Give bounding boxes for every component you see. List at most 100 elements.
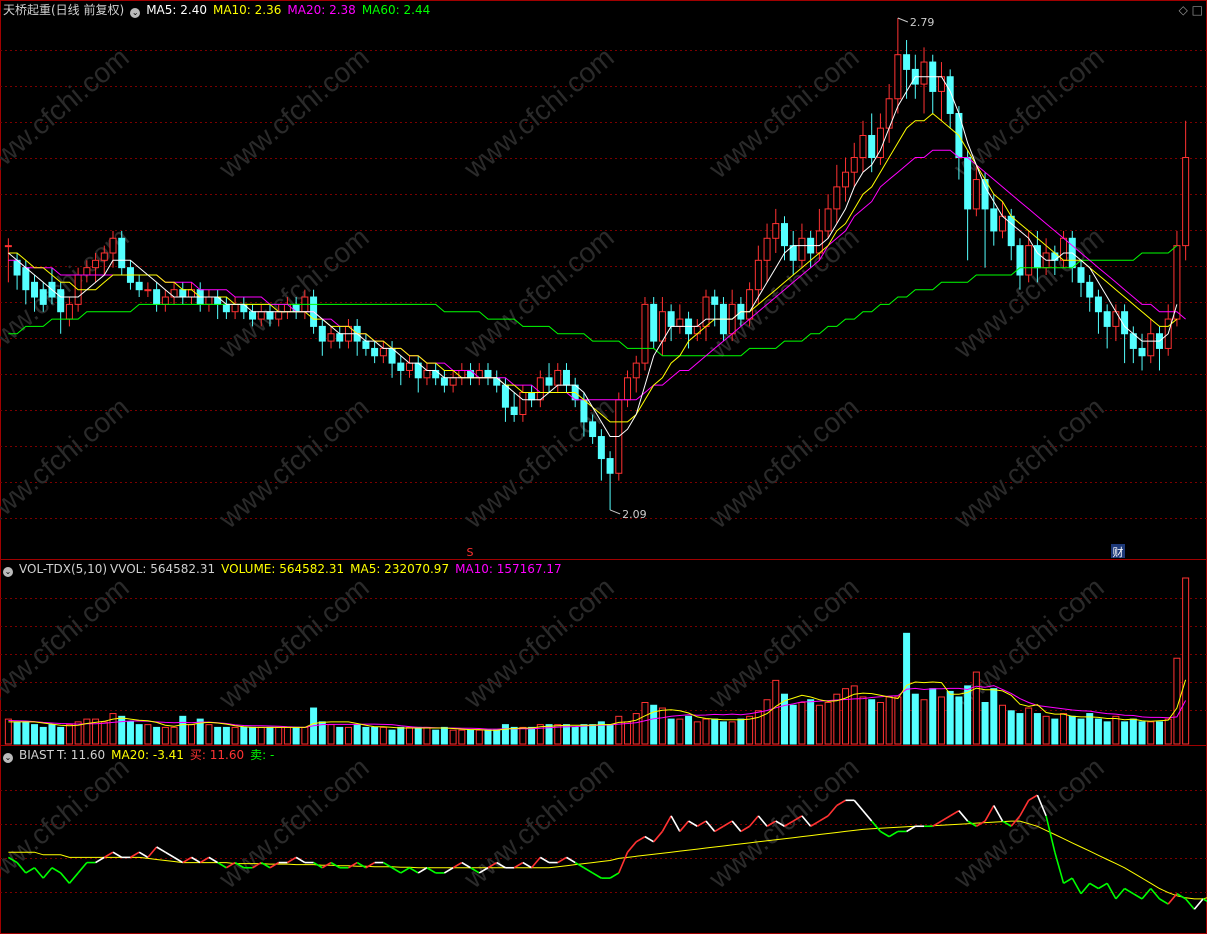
volume-bar [528, 726, 536, 745]
candle-body [964, 157, 972, 210]
volume-bar [1121, 721, 1129, 745]
bias-segment [60, 872, 71, 884]
candle-body [580, 399, 588, 423]
candle-body [746, 289, 754, 320]
volume-bar [1051, 718, 1059, 745]
volume-bar [414, 726, 422, 745]
watermark-text: www.cfchi.com [457, 751, 620, 894]
volume-bar [920, 699, 928, 745]
candle [458, 363, 466, 386]
candle [894, 18, 902, 114]
volume-bar [667, 718, 675, 745]
volume-bar [1147, 721, 1155, 745]
candle-body [397, 362, 405, 371]
bias-segment [112, 851, 123, 859]
bias-segment [417, 867, 428, 874]
candle [501, 377, 509, 422]
candle [903, 40, 911, 99]
marker-s: S [467, 546, 474, 559]
low-pointer [609, 509, 621, 515]
volume-bar [632, 713, 640, 745]
volume-bar [65, 724, 73, 745]
candle [842, 157, 850, 202]
candle-body [711, 296, 719, 305]
candle [850, 142, 858, 187]
volume-bar [371, 726, 379, 745]
bias-segment [269, 861, 280, 869]
volume-bar [1182, 577, 1190, 745]
bias-segment [958, 810, 969, 822]
bias-segment [583, 867, 594, 874]
candle [1112, 304, 1120, 342]
bias-segment [740, 825, 751, 833]
volume-bar [658, 707, 666, 745]
candle [824, 194, 832, 239]
volume-bar [728, 721, 736, 745]
bias-segment [25, 867, 35, 874]
bias-segment [138, 851, 149, 859]
bias-segment [1063, 877, 1073, 885]
candle-body [868, 134, 876, 159]
candle [362, 333, 370, 356]
candle-body [763, 237, 771, 261]
candle [763, 223, 771, 283]
candle [179, 282, 187, 305]
bias-segment [1054, 851, 1065, 884]
watermark-text: www.cfchi.com [457, 571, 620, 714]
candle-body [222, 303, 230, 313]
bias-segment [871, 820, 882, 832]
volume-bar [458, 729, 466, 745]
volume-bar [1060, 713, 1068, 745]
watermark-text: www.cfchi.com [0, 571, 135, 714]
volume-bar [327, 724, 335, 745]
candle [423, 363, 431, 386]
volume-bar [937, 696, 945, 745]
volume-bar [283, 726, 291, 745]
candle-body [850, 157, 858, 173]
volume-bar [1129, 718, 1137, 745]
bias-segment [147, 846, 158, 858]
candle-body [624, 377, 632, 401]
candle-body [545, 377, 553, 386]
candle [222, 297, 230, 320]
bias-segment [1185, 898, 1195, 910]
volume-bar [824, 702, 832, 745]
bias-segment [522, 861, 533, 869]
volume-bar [161, 726, 169, 745]
bias-segment [1150, 887, 1161, 900]
candle [449, 370, 457, 393]
candle-body [920, 61, 928, 85]
bias-segment [409, 867, 419, 874]
volume-bar [571, 726, 579, 745]
volume-bar [999, 704, 1007, 745]
candle [153, 282, 161, 312]
bias-segment [862, 810, 873, 822]
candle-body [903, 54, 911, 70]
candle [353, 319, 361, 356]
volume-bar [432, 729, 440, 745]
candle-body [144, 289, 152, 292]
volume-bar [615, 715, 623, 745]
candle-body [467, 369, 475, 379]
bias-segment [539, 856, 550, 864]
candle-body [1025, 245, 1033, 276]
candle-body [1094, 296, 1102, 313]
stock-chart[interactable]: www.cfchi.com www.cfchi.com www.cfchi.com w… [0, 0, 1207, 934]
candle-body [1016, 245, 1024, 276]
volume-bar [467, 729, 475, 745]
candle [597, 429, 605, 481]
candle [920, 47, 928, 114]
watermark-text: www.cfchi.com [702, 751, 865, 894]
bias-segment [827, 804, 838, 817]
marker-cai: 财 [1113, 545, 1124, 559]
volume-bar [275, 726, 283, 745]
volume-bar [144, 724, 152, 745]
volume-bar [685, 715, 693, 745]
volume-bar [746, 715, 754, 745]
bias-segment [688, 820, 698, 827]
volume-bar [423, 726, 431, 745]
watermark-text: www.cfchi.com [0, 391, 135, 534]
watermark-layer: www.cfchi.com www.cfchi.com www.cfchi.com w… [0, 41, 1110, 894]
volume-bar [13, 721, 21, 745]
candle-body [161, 296, 169, 305]
